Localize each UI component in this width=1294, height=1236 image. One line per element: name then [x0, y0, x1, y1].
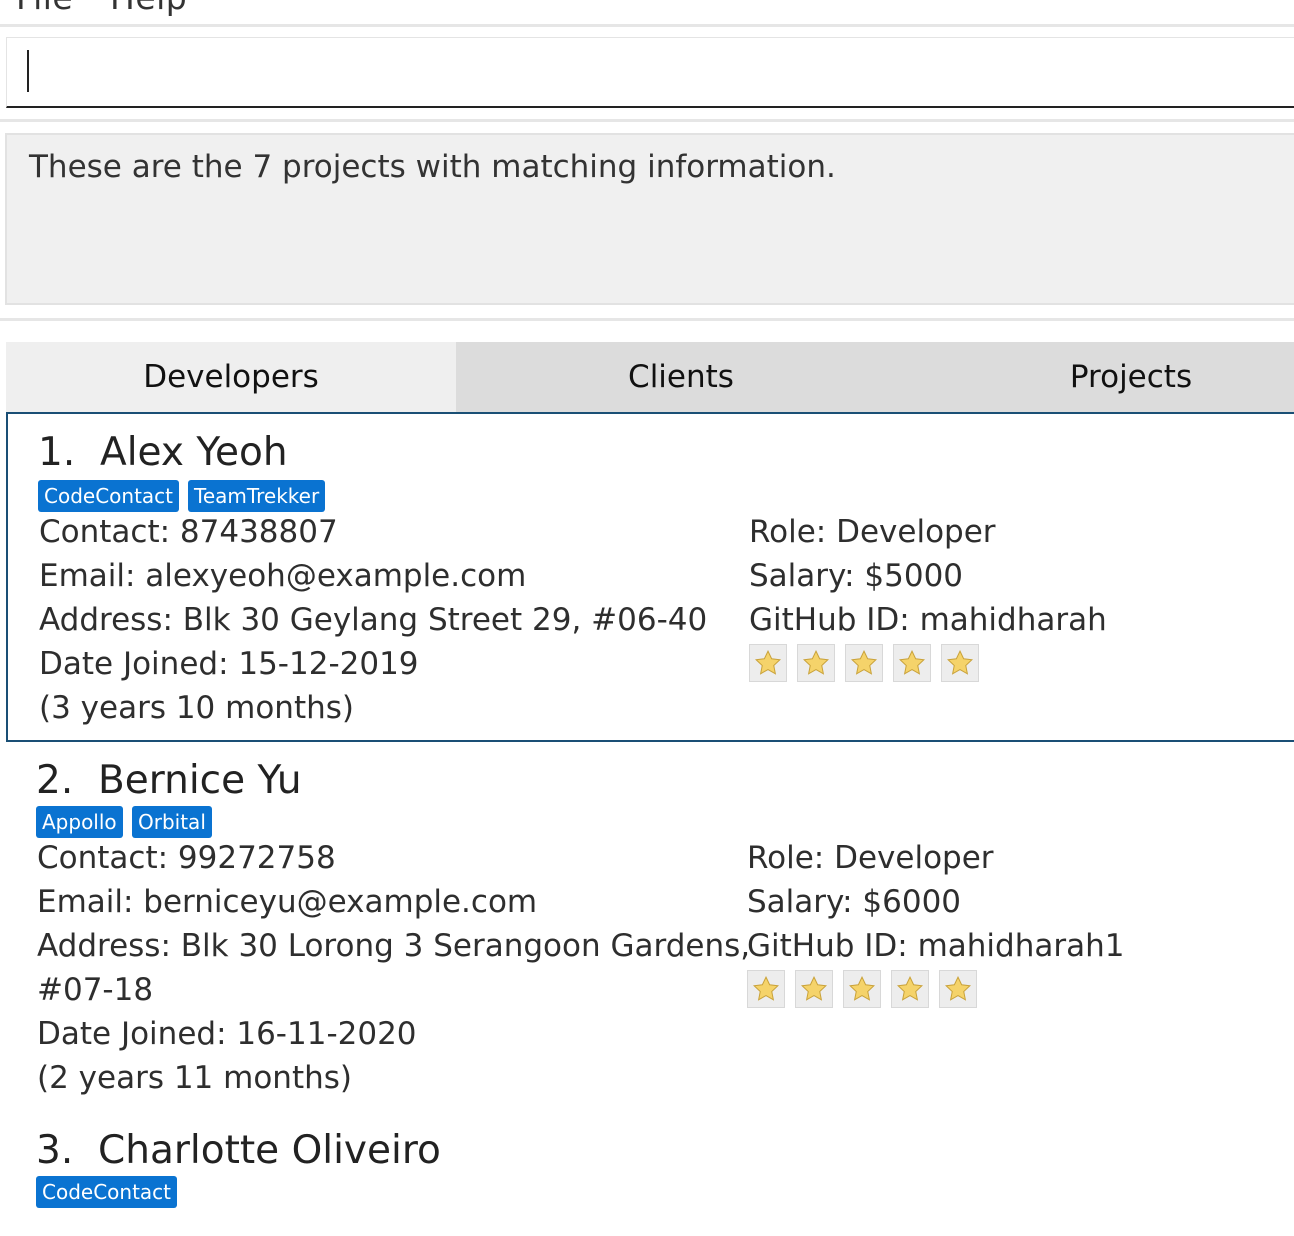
role-field: Role: Developer [747, 840, 994, 876]
star-icon [941, 644, 979, 682]
divider [0, 24, 1294, 27]
tab-projects[interactable]: Projects [906, 342, 1294, 412]
date-joined-field: Date Joined: 16-11-2020 [37, 1016, 417, 1052]
star-icon [843, 970, 881, 1008]
menu-help[interactable]: Help [110, 0, 187, 17]
developer-name: 2. Bernice Yu [36, 758, 302, 803]
star-icon [891, 970, 929, 1008]
tag: CodeContact [38, 480, 180, 512]
developer-card[interactable]: 1. Alex Yeoh CodeContact TeamTrekker Con… [6, 412, 1294, 742]
menu-file[interactable]: File [16, 0, 73, 17]
star-icon [845, 644, 883, 682]
star-icon [797, 644, 835, 682]
star-icon [939, 970, 977, 1008]
result-display: These are the 7 projects with matching i… [5, 133, 1294, 305]
email-field: Email: berniceyu@example.com [37, 884, 538, 920]
tag: CodeContact [36, 1176, 178, 1208]
text-caret [27, 50, 29, 92]
tag: Appollo [36, 806, 123, 838]
date-joined-field: Date Joined: 15-12-2019 [39, 646, 419, 682]
developer-card[interactable]: 2. Bernice Yu Appollo Orbital Contact: 9… [6, 742, 1294, 1112]
star-icon [747, 970, 785, 1008]
contact-field: Contact: 99272758 [37, 840, 336, 876]
developer-card[interactable]: 3. Charlotte Oliveiro CodeContact [6, 1112, 1294, 1236]
tenure-field: (2 years 11 months) [37, 1060, 352, 1096]
divider [0, 119, 1294, 122]
star-icon [795, 970, 833, 1008]
email-field: Email: alexyeoh@example.com [39, 558, 527, 594]
command-input[interactable] [6, 37, 1294, 108]
github-field: GitHub ID: mahidharah [749, 602, 1107, 638]
tag: TeamTrekker [188, 480, 326, 512]
role-field: Role: Developer [749, 514, 996, 550]
star-icon [893, 644, 931, 682]
menu-bar: File Help [0, 0, 1294, 24]
divider [0, 318, 1294, 321]
star-icon [749, 644, 787, 682]
tag: Orbital [132, 806, 212, 838]
address-field-continued: #07-18 [37, 972, 154, 1008]
address-field: Address: Blk 30 Geylang Street 29, #06-4… [39, 602, 708, 638]
salary-field: Salary: $5000 [749, 558, 964, 594]
contact-field: Contact: 87438807 [39, 514, 338, 550]
tab-developers[interactable]: Developers [6, 342, 456, 412]
salary-field: Salary: $6000 [747, 884, 962, 920]
github-field: GitHub ID: mahidharah1 [747, 928, 1125, 964]
tenure-field: (3 years 10 months) [39, 690, 354, 726]
tab-bar: Developers Clients Projects [6, 342, 1294, 412]
result-message: These are the 7 projects with matching i… [29, 149, 836, 185]
developer-name: 1. Alex Yeoh [38, 430, 288, 475]
developer-name: 3. Charlotte Oliveiro [36, 1128, 441, 1173]
tab-clients[interactable]: Clients [456, 342, 906, 412]
address-field: Address: Blk 30 Lorong 3 Serangoon Garde… [37, 928, 751, 964]
